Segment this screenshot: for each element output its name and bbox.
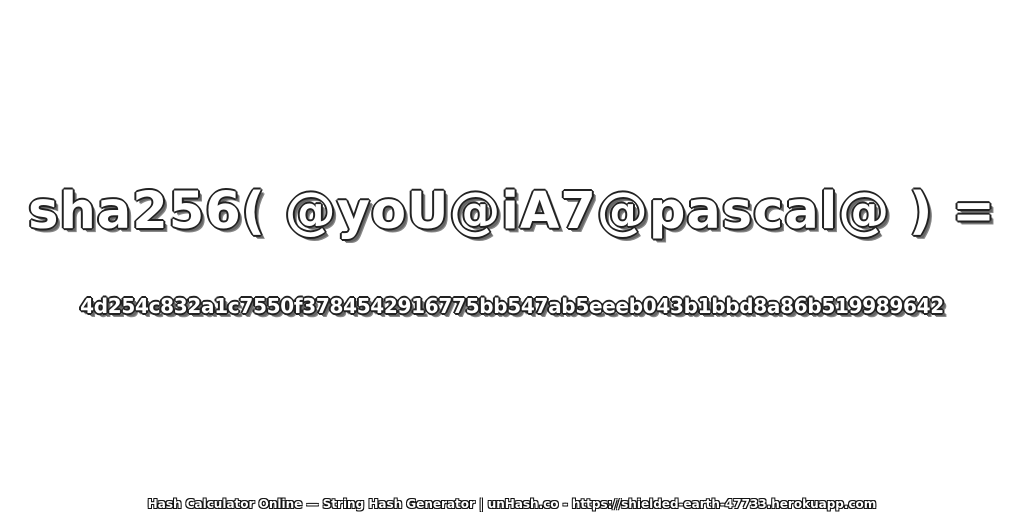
hash-expression: sha256( @yoU@iA7@pascal@ ) =	[28, 182, 996, 241]
hash-result: 4d254c832a1c7550f3784542916775bb547ab5ee…	[80, 294, 944, 318]
footer-credit: Hash Calculator Online — String Hash Gen…	[147, 497, 877, 511]
